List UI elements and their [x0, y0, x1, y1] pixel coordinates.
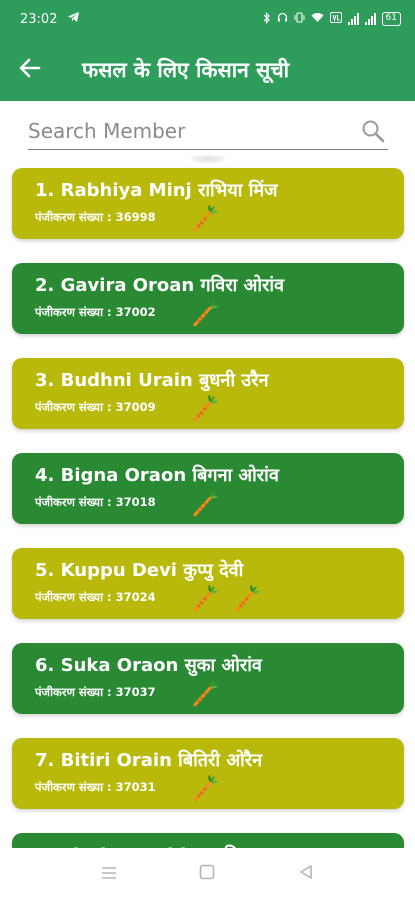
registration-number: पंजीकरण संख्या : 37018 — [35, 495, 156, 509]
carrot-icon — [190, 489, 220, 519]
crop-icons — [190, 204, 220, 234]
farmer-card[interactable]: 1. Rabhiya Minj राभिया मिंज पंजीकरण संख्… — [12, 168, 404, 239]
registration-number: पंजीकरण संख्या : 37031 — [35, 780, 156, 794]
signal-2-icon — [364, 13, 376, 25]
carrot-icon — [190, 679, 220, 709]
search-input[interactable] — [28, 112, 358, 149]
farmer-card[interactable]: 4. Bigna Oraon बिगना ओरांव पंजीकरण संख्य… — [12, 453, 404, 524]
farmer-card[interactable]: 5. Kuppu Devi कुप्पु देवी पंजीकरण संख्या… — [12, 548, 404, 619]
search-bar — [28, 112, 388, 150]
registration-number: पंजीकरण संख्या : 36998 — [35, 210, 156, 224]
farmer-card[interactable]: 3. Budhni Urain बुधनी उरैन पंजीकरण संख्य… — [12, 358, 404, 429]
back-triangle-icon — [298, 864, 314, 884]
carrot-icon — [190, 204, 220, 234]
farmer-list: 1. Rabhiya Minj राभिया मिंज पंजीकरण संख्… — [12, 168, 404, 900]
registration-number: पंजीकरण संख्या : 37009 — [35, 400, 156, 414]
crop-icons — [190, 679, 220, 709]
headset-icon — [277, 12, 288, 26]
home-button[interactable] — [187, 854, 227, 894]
crop-icons — [190, 394, 220, 424]
farmer-card[interactable]: 2. Gavira Oroan गविरा ओरांव पंजीकरण संख्… — [12, 263, 404, 334]
signal-icon — [347, 13, 359, 25]
registration-number: पंजीकरण संख्या : 37002 — [35, 305, 156, 319]
scroll-indicator — [190, 155, 226, 163]
vibrate-icon — [294, 12, 305, 26]
search-icon[interactable] — [358, 116, 388, 146]
back-nav-button[interactable] — [286, 854, 326, 894]
farmer-card[interactable]: 6. Suka Oraon सुका ओरांव पंजीकरण संख्या … — [12, 643, 404, 714]
menu-button[interactable] — [89, 854, 129, 894]
registration-number: पंजीकरण संख्या : 37037 — [35, 685, 156, 699]
home-square-icon — [199, 864, 215, 884]
carrot-icon — [190, 774, 220, 804]
farmer-name: 2. Gavira Oroan गविरा ओरांव — [35, 275, 285, 296]
crop-icons — [190, 489, 220, 519]
registration-number: पंजीकरण संख्या : 37024 — [35, 590, 156, 604]
farmer-name: 6. Suka Oraon सुका ओरांव — [35, 655, 262, 676]
farmer-name: 7. Bitiri Orain बितिरी ओरैन — [35, 750, 263, 771]
system-nav-bar — [0, 848, 415, 900]
farmer-card[interactable]: 7. Bitiri Orain बितिरी ओरैन पंजीकरण संख्… — [12, 738, 404, 809]
arrow-back-icon — [19, 58, 41, 82]
page-title: फसल के लिए किसान सूची — [82, 57, 290, 82]
carrot-icon — [232, 584, 262, 614]
telegram-icon — [67, 11, 80, 27]
back-button[interactable] — [0, 38, 60, 101]
crop-icons — [190, 299, 220, 329]
status-bar: 23:02 61 — [0, 0, 415, 38]
volte-icon — [329, 12, 342, 26]
carrot-icon — [190, 584, 220, 614]
battery-icon: 61 — [381, 12, 401, 26]
farmer-name: 3. Budhni Urain बुधनी उरैन — [35, 370, 269, 391]
app-bar: फसल के लिए किसान सूची — [0, 38, 415, 101]
crop-icons — [190, 774, 220, 804]
farmer-name: 4. Bigna Oraon बिगना ओरांव — [35, 465, 279, 486]
farmer-name: 5. Kuppu Devi कुप्पु देवी — [35, 560, 244, 581]
carrot-icon — [190, 394, 220, 424]
wifi-icon — [311, 12, 324, 26]
carrot-icon — [190, 299, 220, 329]
bluetooth-icon — [263, 11, 271, 27]
status-time: 23:02 — [20, 11, 58, 27]
menu-icon — [101, 865, 117, 884]
farmer-name: 1. Rabhiya Minj राभिया मिंज — [35, 180, 278, 201]
crop-icons — [190, 584, 262, 614]
